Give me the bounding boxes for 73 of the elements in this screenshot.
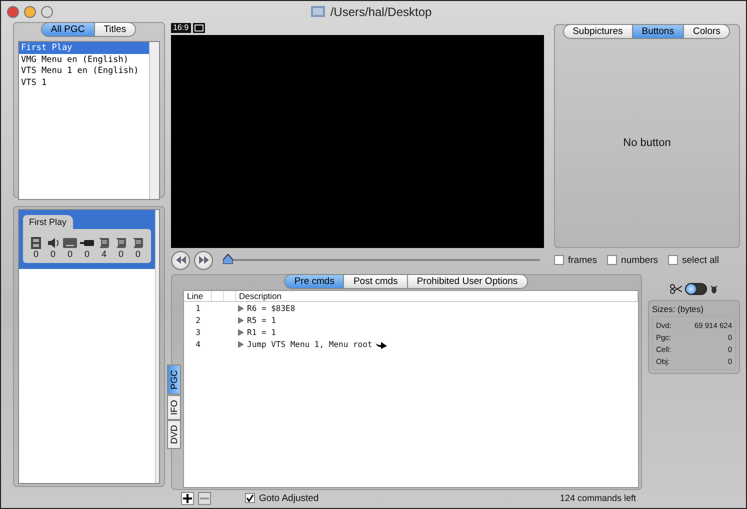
checkbox-label: Goto Adjusted	[259, 492, 319, 504]
aspect-badge: 16:9	[171, 23, 191, 33]
screen-icon	[63, 237, 77, 249]
line-number: 2	[194, 316, 202, 324]
folder-icon	[311, 6, 326, 17]
scrollbar[interactable]	[149, 42, 159, 199]
column-header: Line	[184, 291, 212, 301]
minimize-button[interactable]	[24, 6, 36, 18]
empty-message: No button	[623, 137, 671, 149]
fast-forward-icon	[198, 256, 208, 264]
stream-count: 0	[84, 249, 90, 259]
scroll-icon	[97, 237, 111, 249]
tab[interactable]: Buttons	[632, 24, 684, 39]
speaker-icon	[46, 237, 60, 249]
add-button[interactable]	[181, 492, 194, 504]
checkbox[interactable]	[245, 493, 255, 503]
scroll-icon	[131, 237, 145, 249]
remove-button[interactable]	[198, 492, 211, 504]
stream-count: 4	[101, 249, 106, 259]
side-tab[interactable]: PGC	[167, 365, 181, 395]
position-slider[interactable]	[223, 254, 540, 266]
command-text: R5 = 1	[247, 316, 276, 324]
list-item[interactable]: VMG Menu en (English)	[19, 54, 149, 65]
tab[interactable]: Prohibited User Options	[406, 274, 528, 289]
tab[interactable]: Pre cmds	[284, 274, 344, 289]
zoom-button[interactable]	[41, 6, 53, 18]
stream-count: 0	[33, 249, 38, 259]
list-item[interactable]: VTS 1	[19, 76, 149, 88]
rewind-icon	[176, 256, 186, 264]
side-tab[interactable]: DVD	[167, 420, 181, 449]
scrollbar[interactable]	[155, 210, 159, 483]
list-item[interactable]: First Play	[19, 42, 149, 54]
bug-icon	[710, 284, 718, 294]
film-icon	[29, 237, 43, 249]
side-tab[interactable]: IFO	[167, 394, 181, 420]
slider-thumb[interactable]	[223, 254, 233, 264]
window-title: /Users/hal/Desktop	[330, 4, 432, 18]
tab[interactable]: Subpictures	[562, 24, 633, 39]
scissors-icon	[670, 284, 682, 294]
stream-count: 0	[135, 249, 140, 259]
line-number: 3	[194, 328, 202, 336]
forward-button[interactable]	[194, 250, 213, 270]
command-text: R1 = 1	[247, 328, 276, 336]
column-header: Description	[236, 291, 638, 301]
stream-count: 0	[67, 249, 72, 259]
checkbox[interactable]	[554, 255, 564, 265]
mode-switch[interactable]	[685, 283, 707, 295]
list-item[interactable]: VTS Menu 1 en (English)	[19, 65, 149, 76]
rewind-button[interactable]	[171, 250, 190, 270]
checkbox-label: numbers	[621, 254, 658, 266]
sizes-title: Sizes: (bytes)	[652, 304, 704, 314]
line-number: 1	[194, 304, 202, 312]
tab[interactable]: Colors	[682, 24, 730, 39]
tab[interactable]: All PGC	[40, 22, 95, 37]
scroll-icon	[114, 237, 128, 249]
close-button[interactable]	[7, 6, 19, 18]
tab[interactable]: Post cmds	[343, 274, 408, 289]
checkbox-label: select all	[682, 254, 719, 266]
plus-icon	[183, 494, 192, 502]
status-text: 124 commands left	[560, 493, 636, 503]
checkbox[interactable]	[607, 255, 618, 265]
card-title: First Play	[23, 215, 73, 229]
checkbox-label: frames	[568, 254, 598, 266]
pgc-card[interactable]: First Play 0 0 0 0 4 0 0	[19, 210, 155, 269]
stream-count: 0	[50, 249, 56, 259]
line-number: 4	[194, 340, 202, 348]
command-text: R6 = $83E8	[247, 304, 296, 312]
stream-count: 0	[118, 249, 124, 259]
checkbox[interactable]	[668, 255, 678, 265]
screen-icon	[192, 23, 205, 33]
command-text: Jump VTS Menu 1, Menu root	[247, 340, 372, 348]
tab[interactable]: Titles	[94, 22, 136, 37]
plug-icon	[80, 237, 94, 249]
